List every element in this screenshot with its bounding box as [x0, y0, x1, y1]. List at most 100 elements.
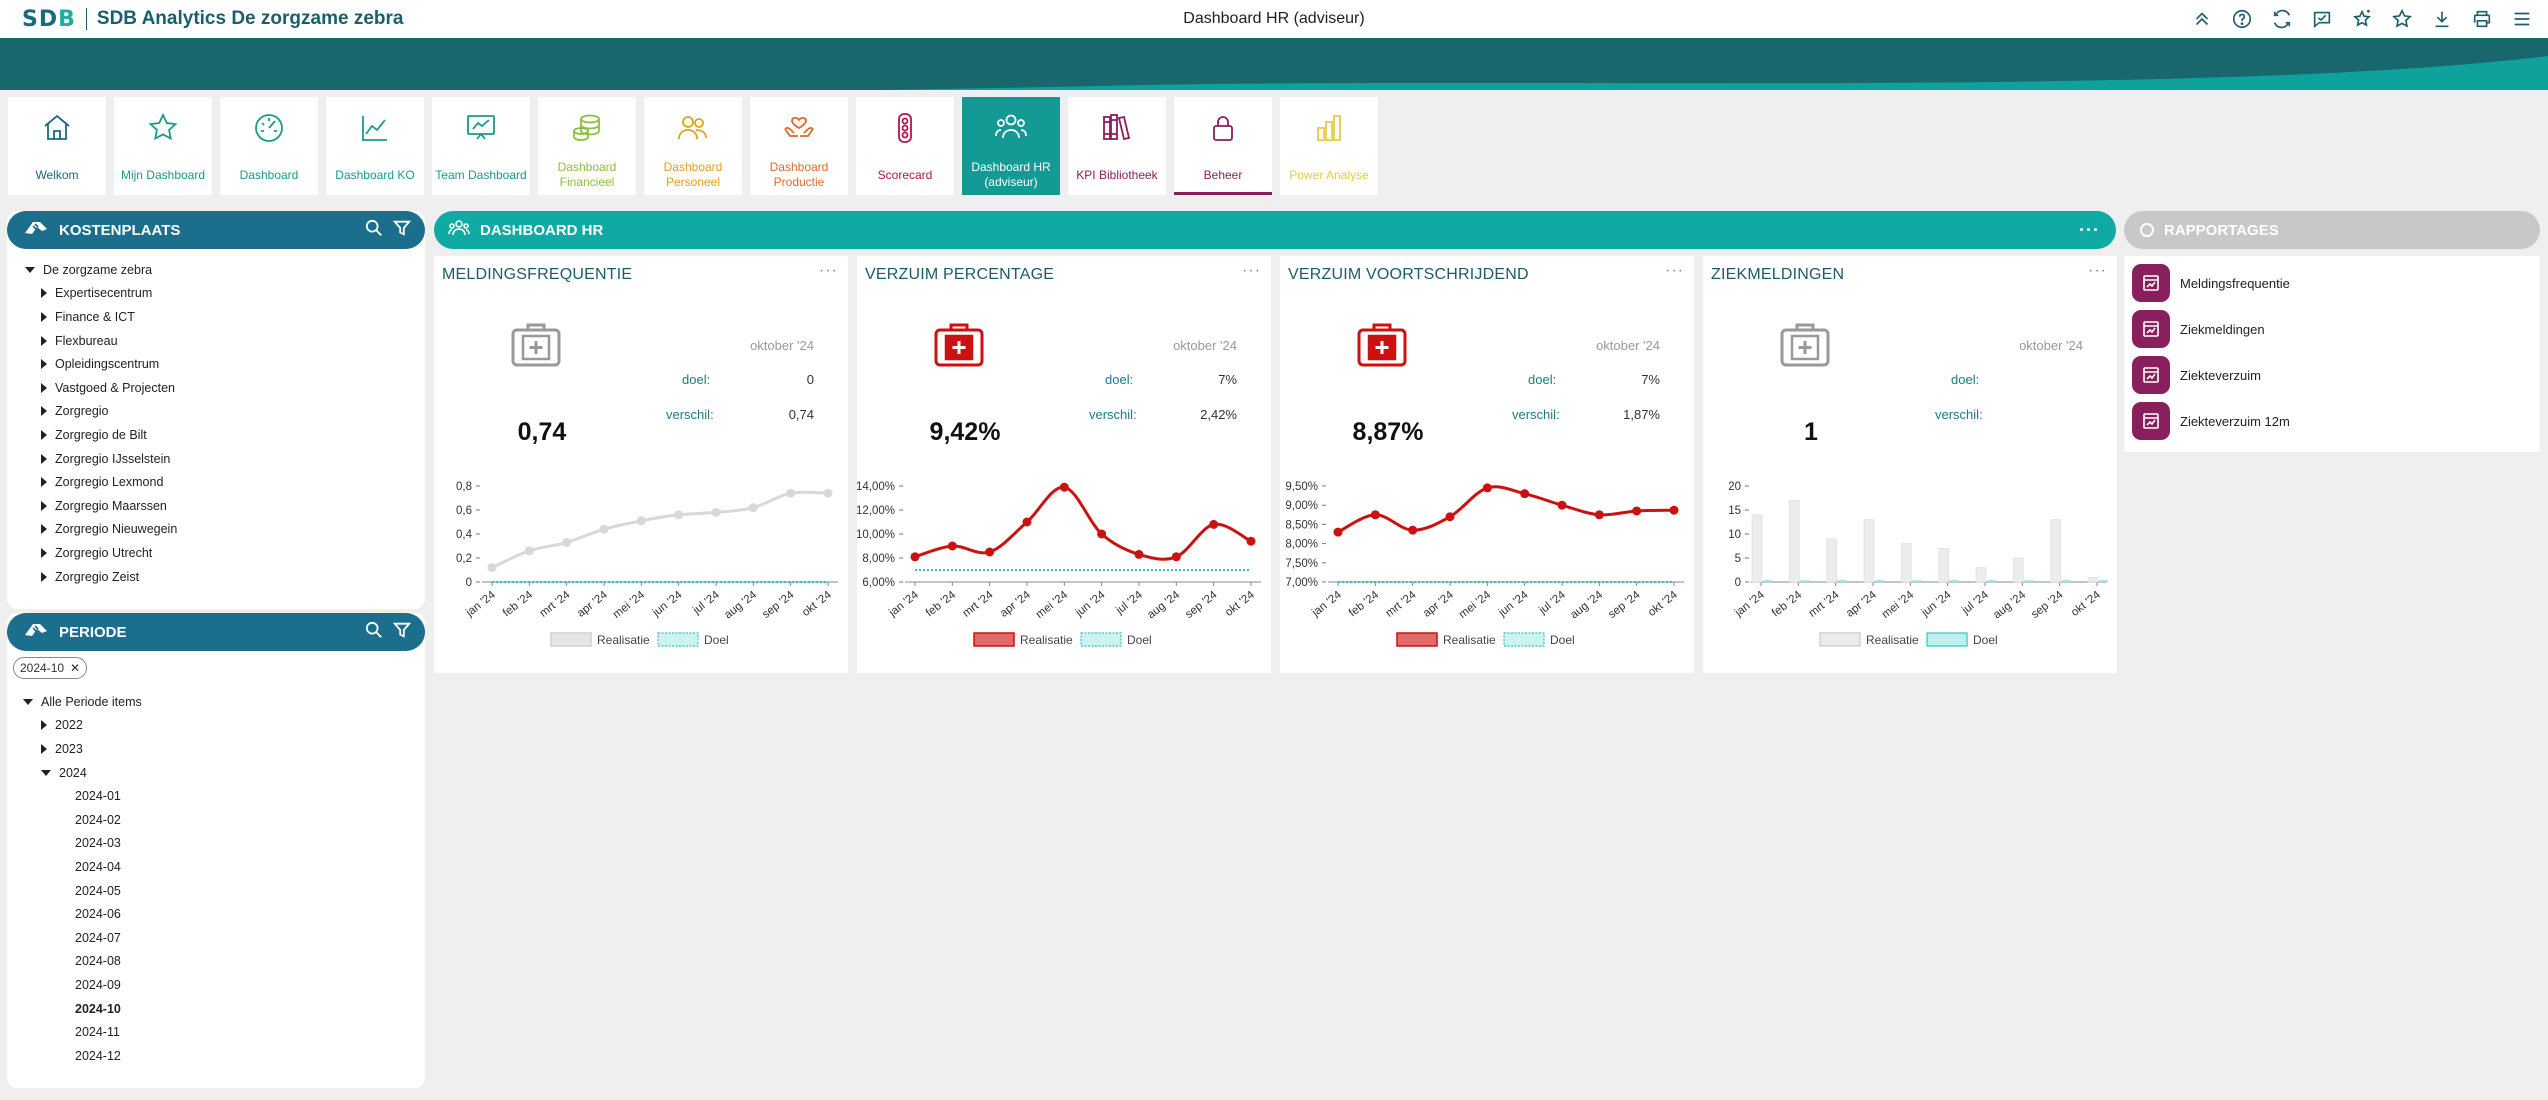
remove-chip-icon[interactable]: ✕ [70, 661, 80, 675]
data-point[interactable] [636, 516, 646, 526]
nav-tile-dashboard-productie[interactable]: Dashboard Productie [750, 97, 848, 195]
doel-bar[interactable] [1763, 580, 1772, 582]
tree-node[interactable]: Zorgregio Zeist [25, 565, 415, 589]
tree-node[interactable]: Flexbureau [25, 329, 415, 353]
tree-node-month[interactable]: 2024-08 [23, 950, 413, 974]
collapsed-caret-icon[interactable] [41, 406, 47, 417]
expanded-caret-icon[interactable] [41, 769, 51, 776]
data-point[interactable] [1632, 506, 1642, 516]
collapsed-caret-icon[interactable] [41, 743, 47, 754]
tree-node-year[interactable]: 2023 [23, 737, 413, 761]
data-point[interactable] [985, 547, 995, 557]
nav-tile-beheer[interactable]: Beheer [1174, 97, 1272, 195]
data-point[interactable] [1370, 510, 1380, 520]
doel-bar[interactable] [2061, 580, 2071, 582]
tree-node-month[interactable]: 2024-09 [23, 973, 413, 997]
collapsed-caret-icon[interactable] [41, 359, 47, 370]
data-point[interactable] [823, 488, 833, 498]
data-point[interactable] [674, 510, 684, 520]
collapse-up-icon[interactable] [2186, 4, 2218, 34]
nav-tile-dashboard-hr-adviseur[interactable]: Dashboard HR (adviseur) [962, 97, 1060, 195]
doel-bar[interactable] [1987, 580, 1996, 582]
data-point[interactable] [1333, 527, 1343, 537]
search-icon[interactable] [365, 621, 383, 643]
tree-node[interactable]: Zorgregio IJsselstein [25, 447, 415, 471]
sdb-logo[interactable]: SDB [22, 7, 76, 32]
tree-node-month[interactable]: 2024-07 [23, 926, 413, 950]
selected-period-chip[interactable]: 2024-10 ✕ [13, 657, 88, 679]
doel-bar[interactable] [1837, 580, 1847, 582]
data-point[interactable] [1408, 525, 1418, 535]
nav-tile-dashboard-financieel[interactable]: Dashboard Financieel [538, 97, 636, 195]
nav-tile-dashboard-personeel[interactable]: Dashboard Personeel [644, 97, 742, 195]
tree-node-month[interactable]: 2024-12 [23, 1044, 413, 1068]
data-point[interactable] [562, 537, 572, 547]
data-point[interactable] [1134, 549, 1144, 559]
tree-node[interactable]: Expertisecentrum [25, 282, 415, 306]
data-point[interactable] [748, 503, 758, 513]
nav-tile-scorecard[interactable]: Scorecard [856, 97, 954, 195]
data-point[interactable] [487, 563, 497, 573]
data-point[interactable] [1520, 489, 1530, 499]
tree-node-month[interactable]: 2024-10 [23, 997, 413, 1021]
search-icon[interactable] [365, 219, 383, 241]
nav-tile-team-dashboard[interactable]: Team Dashboard [432, 97, 530, 195]
filter-icon[interactable] [392, 621, 412, 643]
nav-tile-dashboard-ko[interactable]: Dashboard KO [326, 97, 424, 195]
data-point[interactable] [1445, 512, 1455, 522]
nav-tile-mijn-dashboard[interactable]: Mijn Dashboard [114, 97, 212, 195]
tree-node[interactable]: Zorgregio Maarssen [25, 494, 415, 518]
print-icon[interactable] [2466, 4, 2498, 34]
data-point[interactable] [786, 488, 796, 498]
data-point[interactable] [910, 552, 920, 562]
help-icon[interactable] [2226, 4, 2258, 34]
card-more-icon[interactable]: ··· [2088, 262, 2107, 280]
data-point[interactable] [1669, 505, 1679, 515]
data-point[interactable] [1482, 483, 1492, 493]
tree-node-root[interactable]: Alle Periode items [23, 690, 413, 714]
data-point[interactable] [1246, 536, 1256, 546]
star-icon[interactable] [2386, 4, 2418, 34]
card-more-icon[interactable]: ··· [1665, 262, 1684, 280]
collapsed-caret-icon[interactable] [41, 500, 47, 511]
data-point[interactable] [1557, 500, 1567, 510]
data-point[interactable] [1594, 510, 1604, 520]
nav-tile-welkom[interactable]: Welkom [8, 97, 106, 195]
collapsed-caret-icon[interactable] [41, 453, 47, 464]
nav-tile-power-analyse[interactable]: Power Analyse [1280, 97, 1378, 195]
doel-bar[interactable] [1800, 580, 1810, 582]
expanded-caret-icon[interactable] [23, 698, 33, 705]
tree-node[interactable]: Zorgregio Nieuwegein [25, 518, 415, 542]
nav-tile-dashboard[interactable]: Dashboard [220, 97, 318, 195]
download-icon[interactable] [2426, 4, 2458, 34]
bar[interactable] [2050, 519, 2061, 583]
data-point[interactable] [1059, 482, 1069, 492]
data-point[interactable] [524, 546, 534, 556]
data-point[interactable] [1022, 517, 1032, 527]
tree-node-root[interactable]: De zorgzame zebra [25, 258, 415, 282]
tree-node-month[interactable]: 2024-04 [23, 855, 413, 879]
data-point[interactable] [1209, 519, 1219, 529]
collapsed-caret-icon[interactable] [41, 335, 47, 346]
sparkle-star-icon[interactable] [2346, 4, 2378, 34]
rapportage-item[interactable]: Meldingsfrequentie [2124, 260, 2540, 306]
more-options-icon[interactable]: ··· [2079, 220, 2100, 241]
refresh-icon[interactable] [2266, 4, 2298, 34]
doel-bar[interactable] [2024, 580, 2034, 582]
tree-node[interactable]: Zorgregio [25, 400, 415, 424]
tree-node[interactable]: Opleidingscentrum [25, 352, 415, 376]
data-point[interactable] [1171, 552, 1181, 562]
collapsed-caret-icon[interactable] [41, 311, 47, 322]
tree-node[interactable]: Zorgregio Lexmond [25, 470, 415, 494]
collapsed-caret-icon[interactable] [41, 288, 47, 299]
collapsed-caret-icon[interactable] [41, 429, 47, 440]
comment-icon[interactable] [2306, 4, 2338, 34]
tree-node-month[interactable]: 2024-01 [23, 784, 413, 808]
collapsed-caret-icon[interactable] [41, 547, 47, 558]
tree-node[interactable]: Zorgregio de Bilt [25, 423, 415, 447]
data-point[interactable] [599, 524, 609, 534]
bar[interactable] [1751, 514, 1763, 583]
collapsed-caret-icon[interactable] [41, 571, 47, 582]
bar[interactable] [1826, 538, 1837, 583]
tree-node-month[interactable]: 2024-05 [23, 879, 413, 903]
